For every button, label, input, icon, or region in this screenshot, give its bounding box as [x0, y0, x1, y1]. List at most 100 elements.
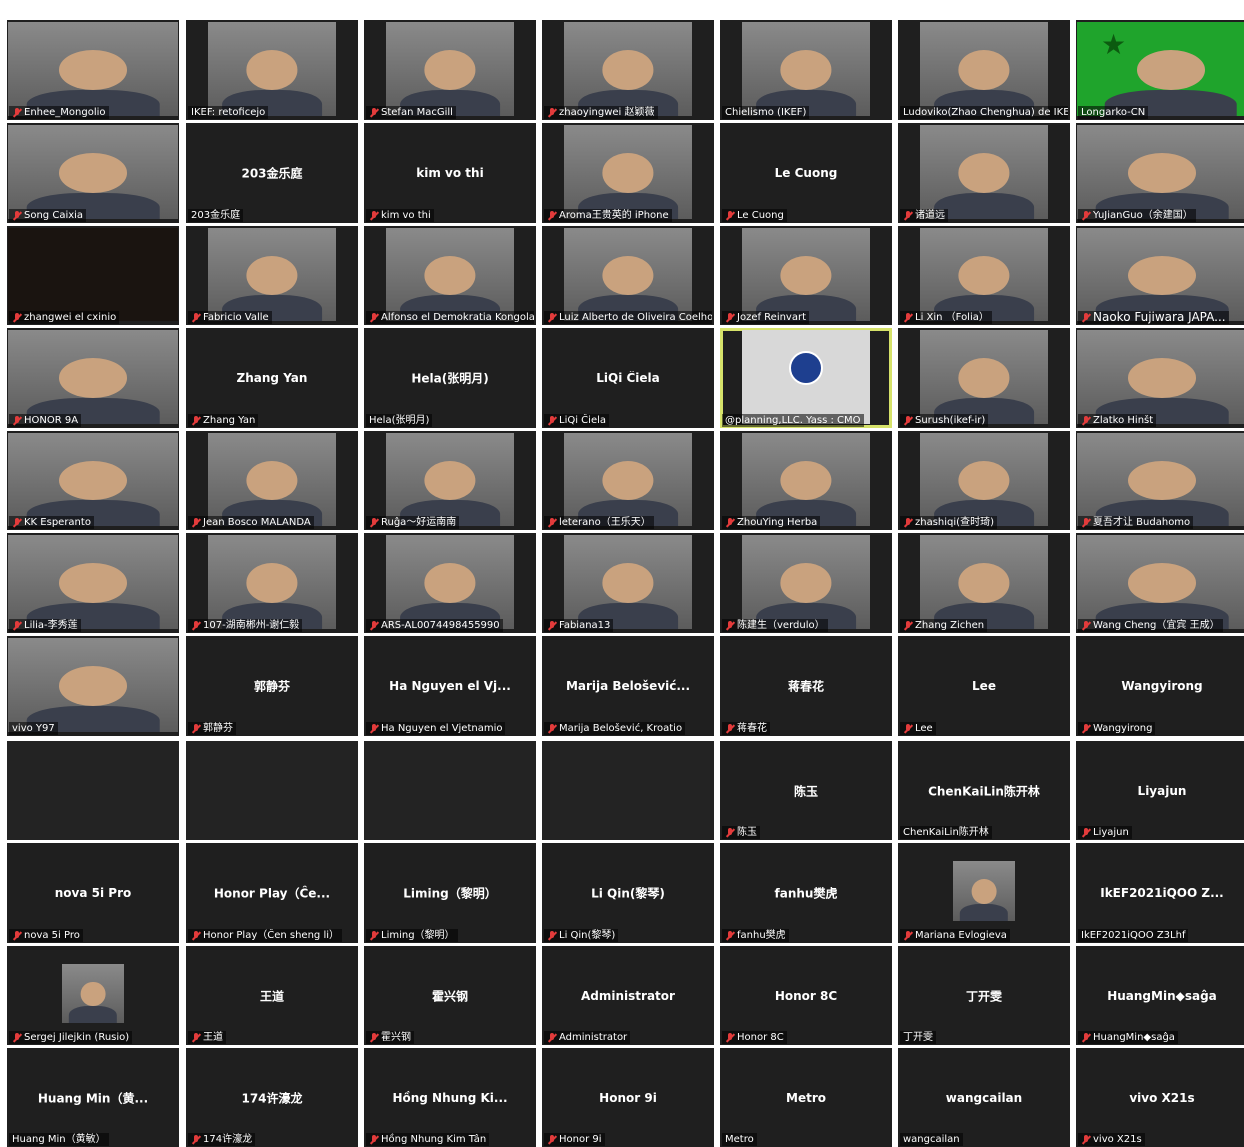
participant-tile[interactable]: Zlatko Hinšt [1076, 328, 1244, 428]
participant-tile[interactable]: Wangyirong Wangyirong [1076, 636, 1244, 736]
participant-tile[interactable]: Fabiana13 [542, 533, 714, 633]
participant-tile[interactable]: Liyajun Liyajun [1076, 741, 1244, 840]
participant-tile[interactable]: Aroma王贵英的 iPhone [542, 123, 714, 223]
participant-tile[interactable]: Lilia-李秀莲 [7, 533, 179, 633]
participant-tile[interactable]: 丁开雯 丁开雯 [898, 946, 1070, 1045]
participant-tile[interactable]: Honor Play（Ĉe... Honor Play（Ĉen sheng li） [186, 843, 358, 943]
participant-tile[interactable]: Hela(张明月) Hela(张明月) [364, 328, 536, 428]
participant-tile[interactable]: Ruĝa～好运南南 [364, 431, 536, 530]
participant-tile[interactable]: Hồng Nhung Ki... Hồng Nhung Kim Tân [364, 1048, 536, 1147]
participant-tile[interactable]: leterano（王乐天） [542, 431, 714, 530]
participant-tile[interactable]: Zhang Zichen [898, 533, 1070, 633]
participant-tile[interactable]: YuJianGuo（余建国） [1076, 123, 1244, 223]
participant-tile[interactable]: HONOR 9A [7, 328, 179, 428]
participant-tile[interactable]: Le Cuong Le Cuong [720, 123, 892, 223]
participant-tile[interactable]: Li Qin(黎琴) Li Qin(黎琴) [542, 843, 714, 943]
participant-tile[interactable]: zhashiqi(查时琦) [898, 431, 1070, 530]
participant-tile[interactable]: @planning,LLC. Yass : CMO [720, 328, 892, 428]
participant-tile[interactable]: IKEF: retoficejo [186, 20, 358, 120]
participant-tile[interactable]: 陈玉 陈玉 [720, 741, 892, 840]
participant-name-tag: HONOR 9A [9, 414, 82, 427]
participant-head [246, 563, 298, 603]
participant-tile[interactable]: Lee Lee [898, 636, 1070, 736]
participant-name-tag: YuJianGuo（余建国） [1078, 209, 1196, 222]
participant-tile[interactable]: IkEF2021iQOO Z... IkEF2021iQOO Z3Lhf [1076, 843, 1244, 943]
muted-mic-icon [369, 312, 379, 323]
participant-name: ChenKaiLin陈开林 [903, 827, 989, 838]
participant-tile[interactable]: Li Xin （Folia） [898, 226, 1070, 325]
participant-tile[interactable]: Wang Cheng（宜宾 王成） [1076, 533, 1244, 633]
participant-tile[interactable]: 203金乐庭 203金乐庭 [186, 123, 358, 223]
participant-tile[interactable]: Huang Min（黄... Huang Min（黄敏） [7, 1048, 179, 1147]
participant-tile[interactable]: KK Esperanto [7, 431, 179, 530]
participant-center-name: IkEF2021iQOO Z... [1100, 886, 1224, 900]
participant-tile[interactable]: vivo Y97 [7, 636, 179, 736]
participant-tile[interactable]: HuangMin◆saĝa HuangMin◆saĝa [1076, 946, 1244, 1045]
participant-tile[interactable]: Surush(ikef-ir) [898, 328, 1070, 428]
participant-tile[interactable]: nova 5i Pro nova 5i Pro [7, 843, 179, 943]
participant-tile[interactable]: 霍兴钢 霍兴钢 [364, 946, 536, 1045]
participant-tile[interactable]: 诸道远 [898, 123, 1070, 223]
participant-name: Mariana Evlogieva [915, 930, 1007, 941]
participant-tile[interactable]: Zhang Yan Zhang Yan [186, 328, 358, 428]
participant-tile[interactable]: wangcailan wangcailan [898, 1048, 1070, 1147]
participant-tile[interactable]: ChenKaiLin陈开林 ChenKaiLin陈开林 [898, 741, 1070, 840]
muted-mic-icon [1081, 1134, 1091, 1145]
participant-center-name: Le Cuong [774, 166, 838, 180]
participant-tile[interactable]: LiQi Ĉiela LiQi Ĉiela [542, 328, 714, 428]
participant-head [780, 563, 832, 603]
muted-mic-icon [12, 312, 22, 323]
participant-tile[interactable]: Stefan MacGill [364, 20, 536, 120]
participant-tile[interactable]: vivo X21s vivo X21s [1076, 1048, 1244, 1147]
participant-tile[interactable]: Marija Belošević... Marija Belošević, Kro… [542, 636, 714, 736]
participant-name-tag: Administrator [544, 1031, 631, 1044]
participant-tile[interactable]: Mariana Evlogieva [898, 843, 1070, 943]
participant-tile[interactable]: 王道 王道 [186, 946, 358, 1045]
participant-tile[interactable]: 夏吾才让 Budahomo [1076, 431, 1244, 530]
participant-name: Li Qin(黎琴) [559, 930, 616, 941]
participant-name: Hồng Nhung Kim Tân [381, 1134, 487, 1145]
participant-tile[interactable]: Metro Metro [720, 1048, 892, 1147]
participant-tile[interactable]: Liming（黎明） Liming（黎明） [364, 843, 536, 943]
participant-tile[interactable]: Jean Bosco MALANDA [186, 431, 358, 530]
participant-tile[interactable]: Fabricio Valle [186, 226, 358, 325]
participant-tile[interactable]: Luiz Alberto de Oliveira Coelho [542, 226, 714, 325]
participant-name: Zhang Zichen [915, 620, 985, 631]
muted-mic-icon [903, 517, 913, 528]
participant-tile[interactable]: ★ Longarko-CN [1076, 20, 1244, 120]
participant-tile[interactable]: Honor 8C Honor 8C [720, 946, 892, 1045]
participant-name-tag: Lee [900, 722, 936, 735]
participant-tile[interactable]: kim vo thi kim vo thi [364, 123, 536, 223]
participant-tile[interactable]: Jozef Reinvart [720, 226, 892, 325]
participant-tile[interactable]: 107-湖南郴州-谢仁毅 [186, 533, 358, 633]
participant-tile[interactable]: Ludoviko(Zhao Chenghua) de IKEF [898, 20, 1070, 120]
participant-tile[interactable]: Honor 9i Honor 9i [542, 1048, 714, 1147]
participant-tile[interactable]: Alfonso el Demokratia Kongolan... [364, 226, 536, 325]
participant-name: 蒋春花 [737, 723, 767, 734]
participant-tile[interactable]: Chielismo (IKEF) [720, 20, 892, 120]
participant-tile[interactable]: ARS-AL0074498455990 [364, 533, 536, 633]
participant-tile[interactable]: Ha Nguyen el Vj... Ha Nguyen el Vjetnamio [364, 636, 536, 736]
participant-tile[interactable]: 174许濠龙 174许濠龙 [186, 1048, 358, 1147]
participant-tile[interactable]: Administrator Administrator [542, 946, 714, 1045]
participant-tile[interactable]: zhaoyingwei 赵颖薇 [542, 20, 714, 120]
participant-tile[interactable]: Song Caixia [7, 123, 179, 223]
participant-tile[interactable]: 蒋春花 蒋春花 [720, 636, 892, 736]
muted-mic-icon [191, 1032, 201, 1043]
participant-tile[interactable]: Sergej Jilejkin (Rusio) [7, 946, 179, 1045]
empty-tile [364, 741, 536, 840]
participant-tile[interactable]: Enhee_Mongolio [7, 20, 179, 120]
participant-head [958, 358, 1010, 398]
participant-tile[interactable]: 陈建生（verdulo） [720, 533, 892, 633]
participant-video [208, 228, 336, 321]
participant-name: 丁开雯 [903, 1032, 933, 1043]
participant-name: Wangyirong [1093, 723, 1153, 734]
participant-name: Lee [915, 723, 933, 734]
participant-tile[interactable]: Naoko Fujiwara JAPA... [1076, 226, 1244, 325]
participant-tile[interactable]: fanhu樊虎 fanhu樊虎 [720, 843, 892, 943]
participant-center-name: 蒋春花 [787, 679, 824, 694]
participant-tile[interactable]: 郭静芬 郭静芬 [186, 636, 358, 736]
participant-name: Sergej Jilejkin (Rusio) [24, 1032, 130, 1043]
participant-tile[interactable]: ZhouYing Herba [720, 431, 892, 530]
participant-tile[interactable]: zhangwei el cxinio [7, 226, 179, 325]
